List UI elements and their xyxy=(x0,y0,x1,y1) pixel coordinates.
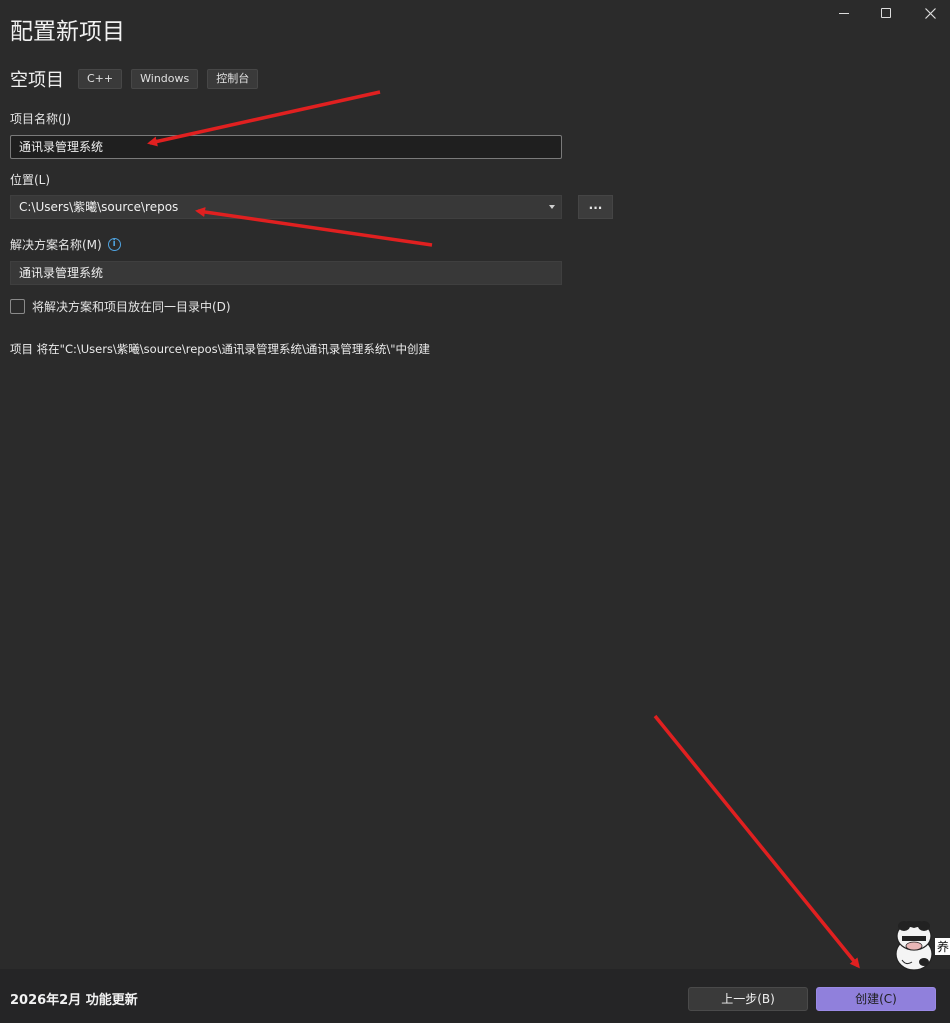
solution-name-label: 解决方案名称(M) xyxy=(10,238,102,252)
project-name-label: 项目名称(J) xyxy=(10,112,71,126)
location-label: 位置(L) xyxy=(10,173,51,187)
maximize-icon xyxy=(881,8,891,18)
browse-button[interactable]: ... xyxy=(578,195,613,219)
solution-name-input[interactable]: 通讯录管理系统 xyxy=(10,261,562,285)
feature-update-link[interactable]: 2026年2月 功能更新 xyxy=(10,989,138,1008)
create-button[interactable]: 创建(C) xyxy=(816,987,936,1011)
same-directory-checkbox[interactable] xyxy=(10,299,25,314)
close-button[interactable] xyxy=(908,0,950,26)
location-combobox[interactable]: C:\Users\紫曦\source\repos xyxy=(10,195,562,219)
info-icon[interactable]: i xyxy=(107,238,121,251)
maximize-button[interactable] xyxy=(864,0,908,26)
tag-project-type: 控制台 xyxy=(207,69,259,89)
chevron-down-icon[interactable] xyxy=(549,205,555,209)
tag-platform: Windows xyxy=(131,69,199,89)
template-name: 空项目 xyxy=(10,70,64,91)
page-title: 配置新项目 xyxy=(10,19,125,45)
sticker-caption: 养 xyxy=(935,938,950,955)
close-icon xyxy=(924,7,936,19)
template-header: 空项目 C++ Windows 控制台 xyxy=(10,66,267,92)
project-name-input[interactable]: 通讯录管理系统 xyxy=(10,135,562,159)
configure-project-window: 配置新项目 空项目 C++ Windows 控制台 项目名称(J) 通讯录管理系… xyxy=(0,0,950,1023)
same-directory-option[interactable]: 将解决方案和项目放在同一目录中(D) xyxy=(10,298,231,315)
minimize-icon xyxy=(839,12,849,14)
back-button[interactable]: 上一步(B) xyxy=(688,987,808,1011)
arrow-to-create-button xyxy=(653,714,860,969)
same-directory-label: 将解决方案和项目放在同一目录中(D) xyxy=(32,300,231,314)
solution-name-label-row: 解决方案名称(M) i xyxy=(10,236,121,253)
location-value: C:\Users\紫曦\source\repos xyxy=(19,200,179,214)
footer-bar: 2026年2月 功能更新 上一步(B) 创建(C) xyxy=(0,969,950,1023)
project-location-summary: 项目 将在"C:\Users\紫曦\source\repos\通讯录管理系统\通… xyxy=(10,342,431,356)
tag-language: C++ xyxy=(78,69,123,89)
minimize-button[interactable] xyxy=(822,0,866,26)
